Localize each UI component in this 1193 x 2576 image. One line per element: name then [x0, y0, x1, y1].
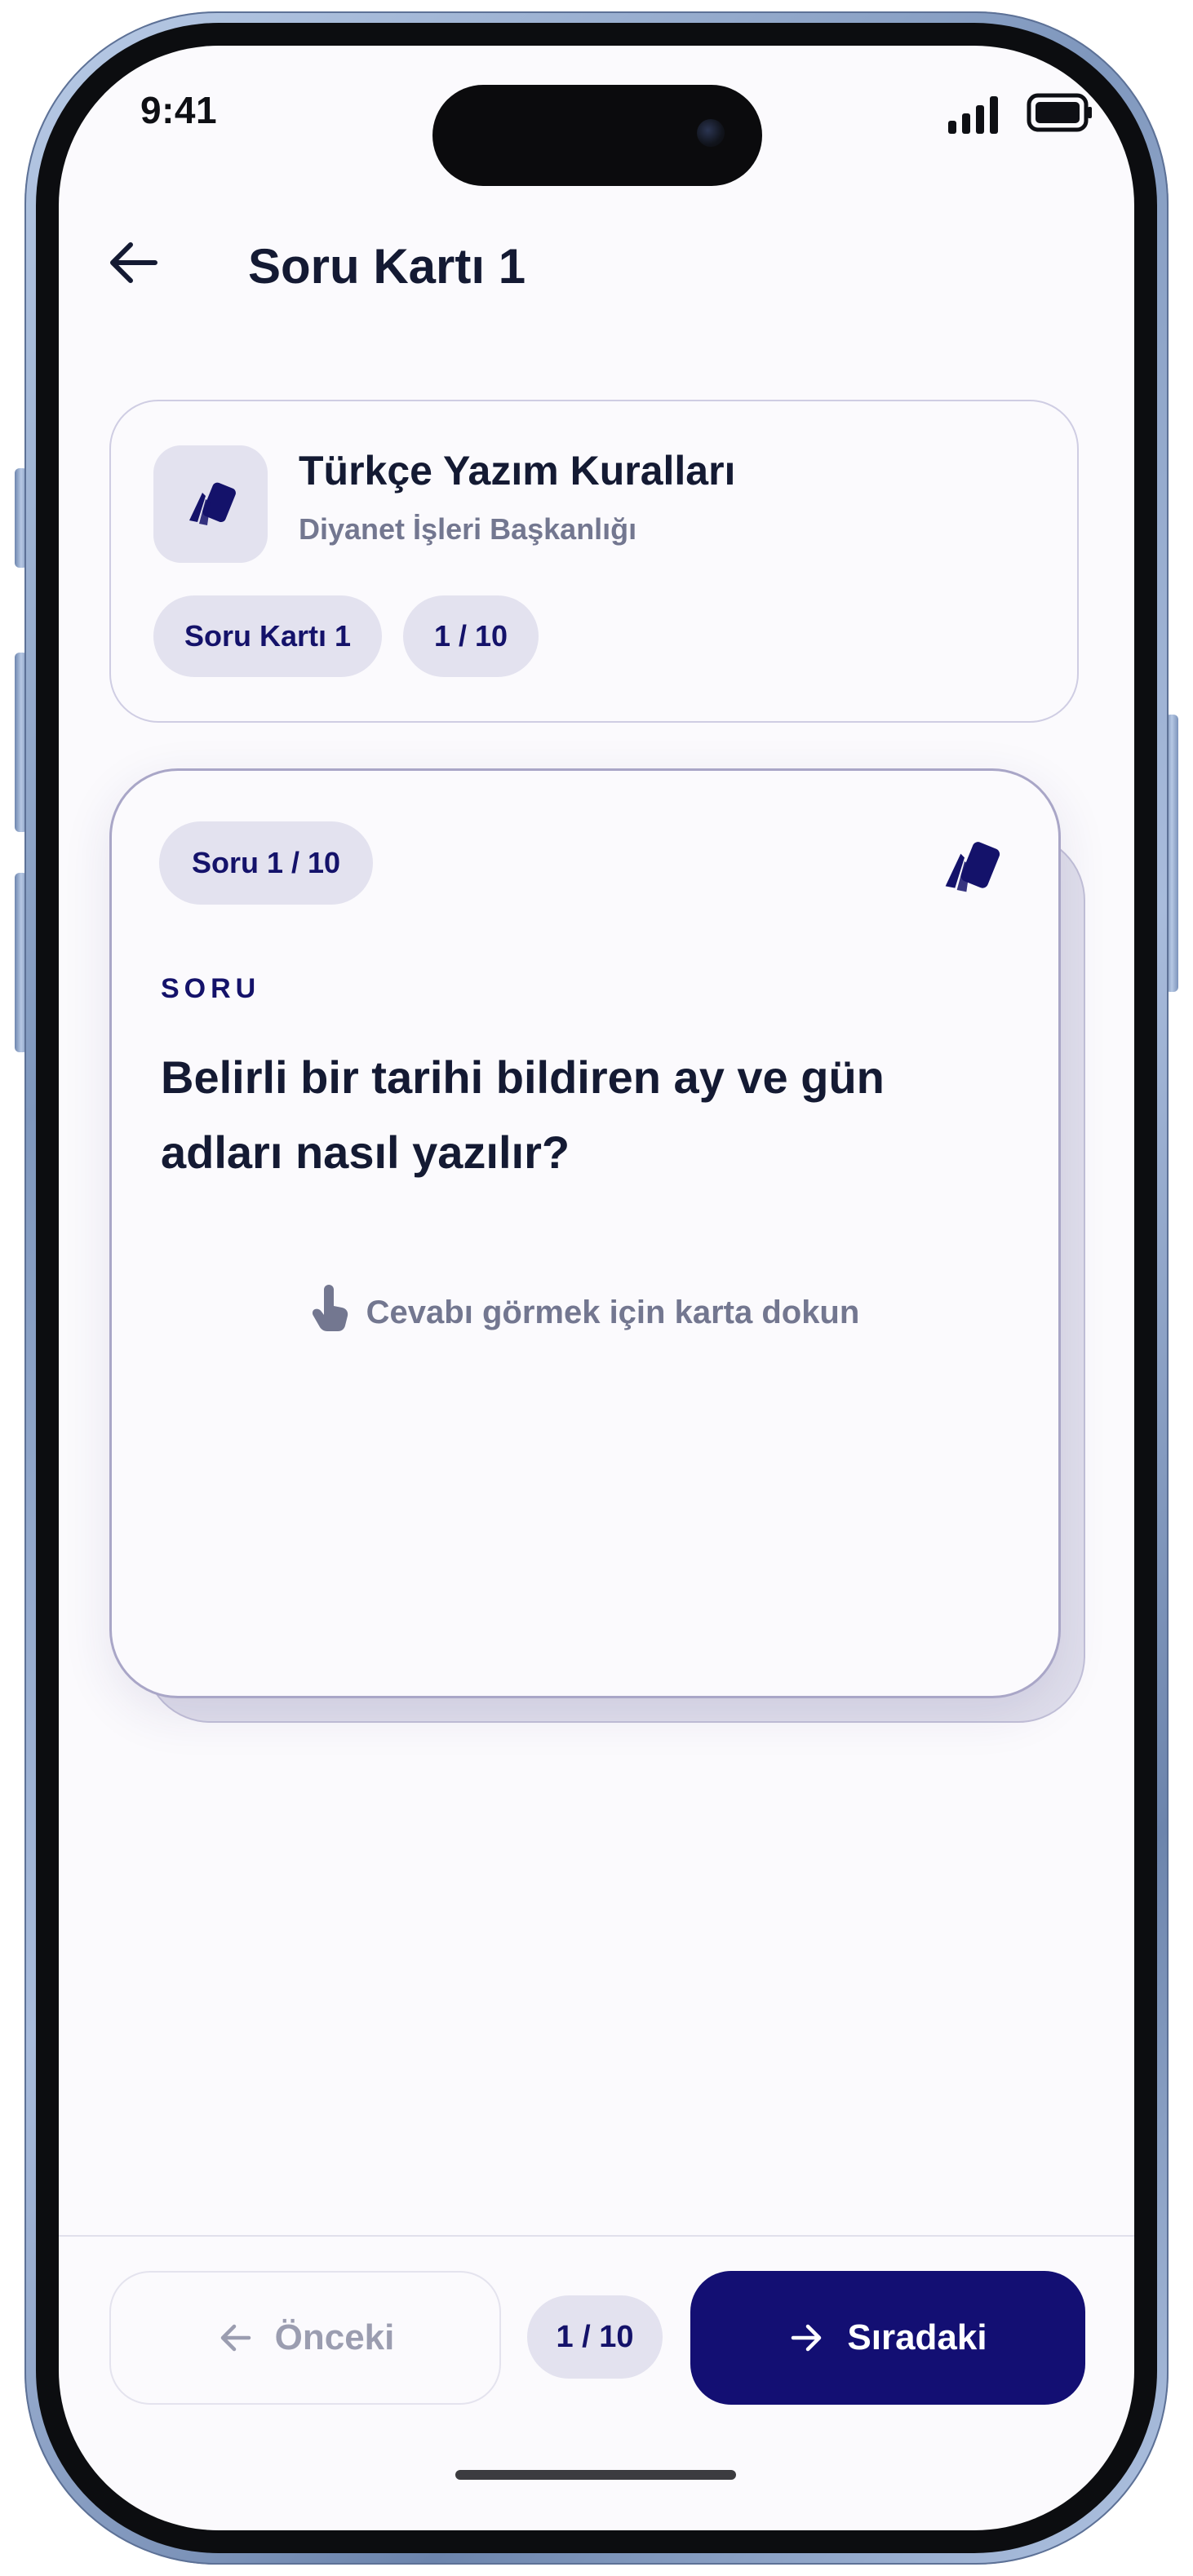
previous-label: Önceki: [274, 2317, 395, 2357]
page-title: Soru Kartı 1: [248, 239, 526, 294]
next-label: Sıradaki: [847, 2317, 987, 2357]
deck-info-card: Türkçe Yazım Kuralları Diyanet İşleri Ba…: [109, 400, 1079, 723]
arrow-left-icon: [110, 242, 157, 283]
set-name-chip: Soru Kartı 1: [153, 595, 382, 677]
question-text: Belirli bir tarihi bildiren ay ve gün ad…: [161, 1051, 885, 1178]
arrow-left-icon: [220, 2324, 251, 2352]
device-mockup: 9:41 Soru Kartı 1 Türkçe Yazım Kuralları…: [0, 0, 1193, 2576]
deck-icon-container: [153, 445, 268, 563]
status-time: 9:41: [140, 89, 218, 131]
question-number-chip: Soru 1 / 10: [159, 821, 373, 905]
signal-icon: [948, 96, 998, 134]
footer-divider: [59, 2235, 1134, 2237]
section-label: SORU: [161, 973, 261, 1004]
app-screen: 9:41 Soru Kartı 1 Türkçe Yazım Kuralları…: [59, 46, 1134, 2530]
flashcard[interactable]: Soru 1 / 10 SORU Belirli bir tarihi bild…: [109, 768, 1061, 1698]
hint-text: Cevabı görmek için karta dokun: [366, 1294, 860, 1330]
home-indicator[interactable]: [455, 2470, 736, 2480]
progress-chip: 1 / 10: [403, 595, 539, 677]
back-button[interactable]: [101, 230, 166, 295]
camera-lens: [697, 119, 725, 147]
battery-icon: [1027, 93, 1092, 132]
dynamic-island: [432, 85, 762, 186]
page-counter: 1 / 10: [527, 2295, 663, 2379]
cards-icon: [945, 842, 1000, 892]
deck-subtitle: Diyanet İşleri Başkanlığı: [299, 512, 637, 546]
tap-hint: Cevabı görmek için karta dokun: [112, 1285, 1058, 1332]
cards-icon: [189, 482, 236, 525]
tap-hand-icon: [312, 1285, 348, 1332]
arrow-right-icon: [792, 2324, 822, 2352]
next-button[interactable]: Sıradaki: [690, 2271, 1085, 2405]
deck-title: Türkçe Yazım Kuralları: [299, 448, 736, 494]
previous-button[interactable]: Önceki: [109, 2271, 501, 2405]
